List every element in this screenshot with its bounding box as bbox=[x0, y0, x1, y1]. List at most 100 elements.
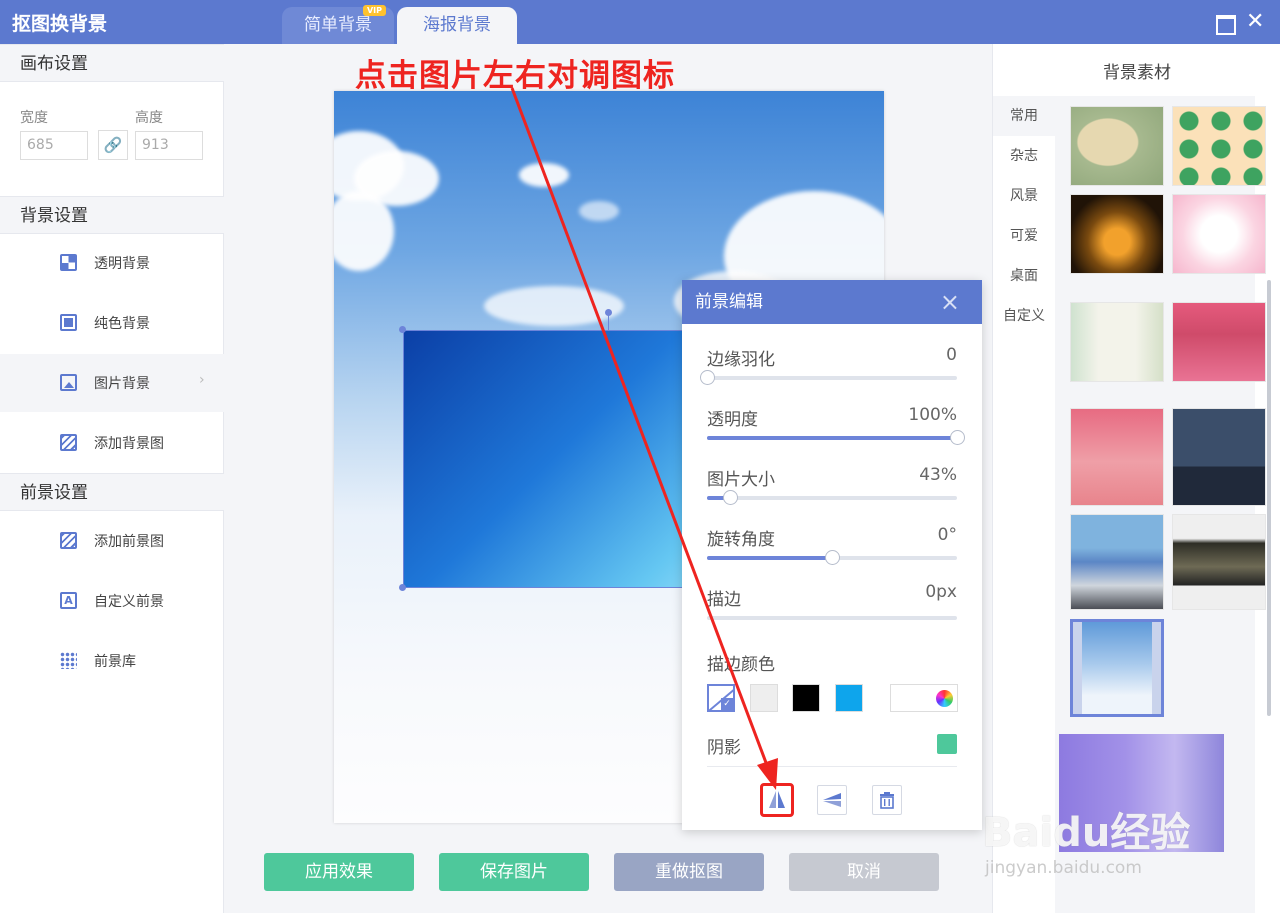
foreground-settings-heading: 前景设置 bbox=[0, 473, 224, 511]
category-magazine[interactable]: 杂志 bbox=[993, 136, 1055, 176]
background-thumbnail[interactable] bbox=[1172, 408, 1266, 506]
menu-add-foreground-image[interactable]: 添加前景图 bbox=[0, 512, 224, 570]
feather-value: 0 bbox=[946, 345, 957, 365]
stroke-value: 0px bbox=[925, 582, 957, 602]
watermark-url: jingyan.baidu.com bbox=[985, 858, 1142, 878]
foreground-edit-dialog: 前景编辑 × 边缘羽化 0 透明度 100% 图片大小 43% 旋转角度 0° … bbox=[682, 280, 982, 830]
custom-color-picker[interactable] bbox=[890, 684, 958, 712]
tab-poster-label: 海报背景 bbox=[423, 15, 491, 35]
image-icon bbox=[60, 374, 77, 391]
slider-knob[interactable] bbox=[950, 430, 965, 445]
swatch-none[interactable]: ✓ bbox=[707, 684, 735, 712]
resize-handle[interactable] bbox=[399, 584, 406, 591]
menu-label: 添加前景图 bbox=[94, 534, 164, 550]
category-scenery[interactable]: 风景 bbox=[993, 176, 1055, 216]
tab-simple-background[interactable]: 简单背景 VIP bbox=[282, 5, 394, 44]
category-common[interactable]: 常用 bbox=[993, 96, 1055, 136]
menu-custom-foreground[interactable]: A 自定义前景 bbox=[0, 572, 224, 630]
close-icon[interactable]: ✕ bbox=[1246, 11, 1264, 33]
rotate-handle[interactable] bbox=[605, 309, 612, 316]
tab-poster-background[interactable]: 海报背景 bbox=[397, 7, 517, 44]
redo-cutout-button[interactable]: 重做抠图 bbox=[614, 853, 764, 891]
menu-label: 图片背景 bbox=[94, 376, 150, 392]
opacity-value: 100% bbox=[908, 405, 957, 425]
size-slider[interactable] bbox=[707, 490, 957, 505]
menu-label: 添加背景图 bbox=[94, 436, 164, 452]
dialog-close-icon[interactable]: × bbox=[940, 280, 960, 324]
text-a-icon: A bbox=[60, 592, 77, 609]
slider-knob[interactable] bbox=[700, 370, 715, 385]
background-thumbnail[interactable] bbox=[1070, 194, 1164, 274]
link-icon[interactable]: 🔗 bbox=[98, 130, 128, 160]
feather-label: 边缘羽化 bbox=[707, 350, 775, 370]
chevron-right-icon: › bbox=[199, 372, 205, 388]
category-custom[interactable]: 自定义 bbox=[993, 296, 1055, 336]
cloud-shape bbox=[579, 201, 619, 221]
add-foreground-image-icon bbox=[60, 532, 77, 549]
background-thumbnail[interactable] bbox=[1172, 106, 1266, 186]
materials-title: 背景素材 bbox=[1103, 63, 1171, 83]
slider-knob[interactable] bbox=[825, 550, 840, 565]
menu-foreground-library[interactable]: 前景库 bbox=[0, 632, 224, 690]
divider bbox=[707, 766, 957, 767]
cloud-shape bbox=[519, 163, 569, 187]
category-cute[interactable]: 可爱 bbox=[993, 216, 1055, 256]
size-label: 图片大小 bbox=[707, 470, 775, 490]
height-input[interactable]: 913 bbox=[135, 131, 203, 160]
title-bar: 抠图换背景 简单背景 VIP 海报背景 ✕ bbox=[0, 0, 1280, 44]
watermark-logo: Baidu经验 bbox=[982, 810, 1191, 856]
flip-horizontal-icon bbox=[769, 791, 785, 808]
category-desktop[interactable]: 桌面 bbox=[993, 256, 1055, 296]
menu-solid-background[interactable]: 纯色背景 bbox=[0, 294, 224, 352]
delete-button[interactable] bbox=[872, 785, 902, 815]
dialog-title: 前景编辑 bbox=[695, 292, 763, 312]
stroke-label: 描边 bbox=[707, 590, 741, 610]
save-image-button[interactable]: 保存图片 bbox=[439, 853, 589, 891]
cloud-shape bbox=[484, 286, 624, 326]
check-icon: ✓ bbox=[721, 698, 733, 710]
width-label: 宽度 bbox=[20, 110, 48, 126]
shadow-toggle[interactable] bbox=[937, 734, 957, 754]
flip-vertical-icon bbox=[823, 793, 841, 807]
add-background-image-icon bbox=[60, 434, 77, 451]
opacity-label: 透明度 bbox=[707, 410, 758, 430]
width-input[interactable]: 685 bbox=[20, 131, 88, 160]
background-thumbnail[interactable] bbox=[1070, 106, 1164, 186]
rotation-slider[interactable] bbox=[707, 550, 957, 565]
background-thumbnail[interactable] bbox=[1070, 408, 1164, 506]
background-thumbnail[interactable] bbox=[1070, 514, 1164, 610]
slider-knob[interactable] bbox=[722, 490, 738, 505]
swatch-black[interactable] bbox=[792, 684, 820, 712]
flip-vertical-button[interactable] bbox=[817, 785, 847, 815]
dialog-header: 前景编辑 × bbox=[682, 280, 982, 324]
feather-slider[interactable] bbox=[700, 370, 957, 385]
opacity-slider[interactable] bbox=[707, 430, 965, 445]
swatch-light-gray[interactable] bbox=[750, 684, 778, 712]
background-thumbnail[interactable] bbox=[1172, 194, 1266, 274]
settings-panel: 画布设置 宽度 高度 685 🔗 913 背景设置 透明背景 纯色背景 图片背景… bbox=[0, 44, 224, 913]
color-wheel-icon bbox=[936, 690, 953, 707]
stroke-slider[interactable] bbox=[707, 616, 957, 620]
background-thumbnail-selected[interactable] bbox=[1070, 619, 1164, 717]
flip-horizontal-button[interactable] bbox=[760, 783, 794, 817]
resize-handle[interactable] bbox=[399, 326, 406, 333]
background-thumbnail[interactable] bbox=[1070, 302, 1164, 382]
tab-simple-label: 简单背景 bbox=[304, 15, 372, 35]
swatch-blue[interactable] bbox=[835, 684, 863, 712]
menu-label: 前景库 bbox=[94, 654, 136, 670]
scrollbar[interactable] bbox=[1267, 280, 1271, 716]
background-thumbnail[interactable] bbox=[1172, 302, 1266, 382]
canvas-settings-heading: 画布设置 bbox=[0, 44, 224, 82]
menu-label: 透明背景 bbox=[94, 256, 150, 272]
apply-button[interactable]: 应用效果 bbox=[264, 853, 414, 891]
menu-label: 纯色背景 bbox=[94, 316, 150, 332]
background-thumbnail[interactable] bbox=[1172, 514, 1266, 610]
menu-transparent-background[interactable]: 透明背景 bbox=[0, 234, 224, 292]
size-value: 43% bbox=[919, 465, 957, 485]
cancel-button[interactable]: 取消 bbox=[789, 853, 939, 891]
menu-add-background-image[interactable]: 添加背景图 bbox=[0, 414, 224, 472]
transparent-icon bbox=[60, 254, 77, 271]
height-label: 高度 bbox=[135, 110, 163, 126]
maximize-icon[interactable] bbox=[1215, 13, 1236, 35]
menu-image-background[interactable]: 图片背景 › bbox=[0, 354, 224, 412]
